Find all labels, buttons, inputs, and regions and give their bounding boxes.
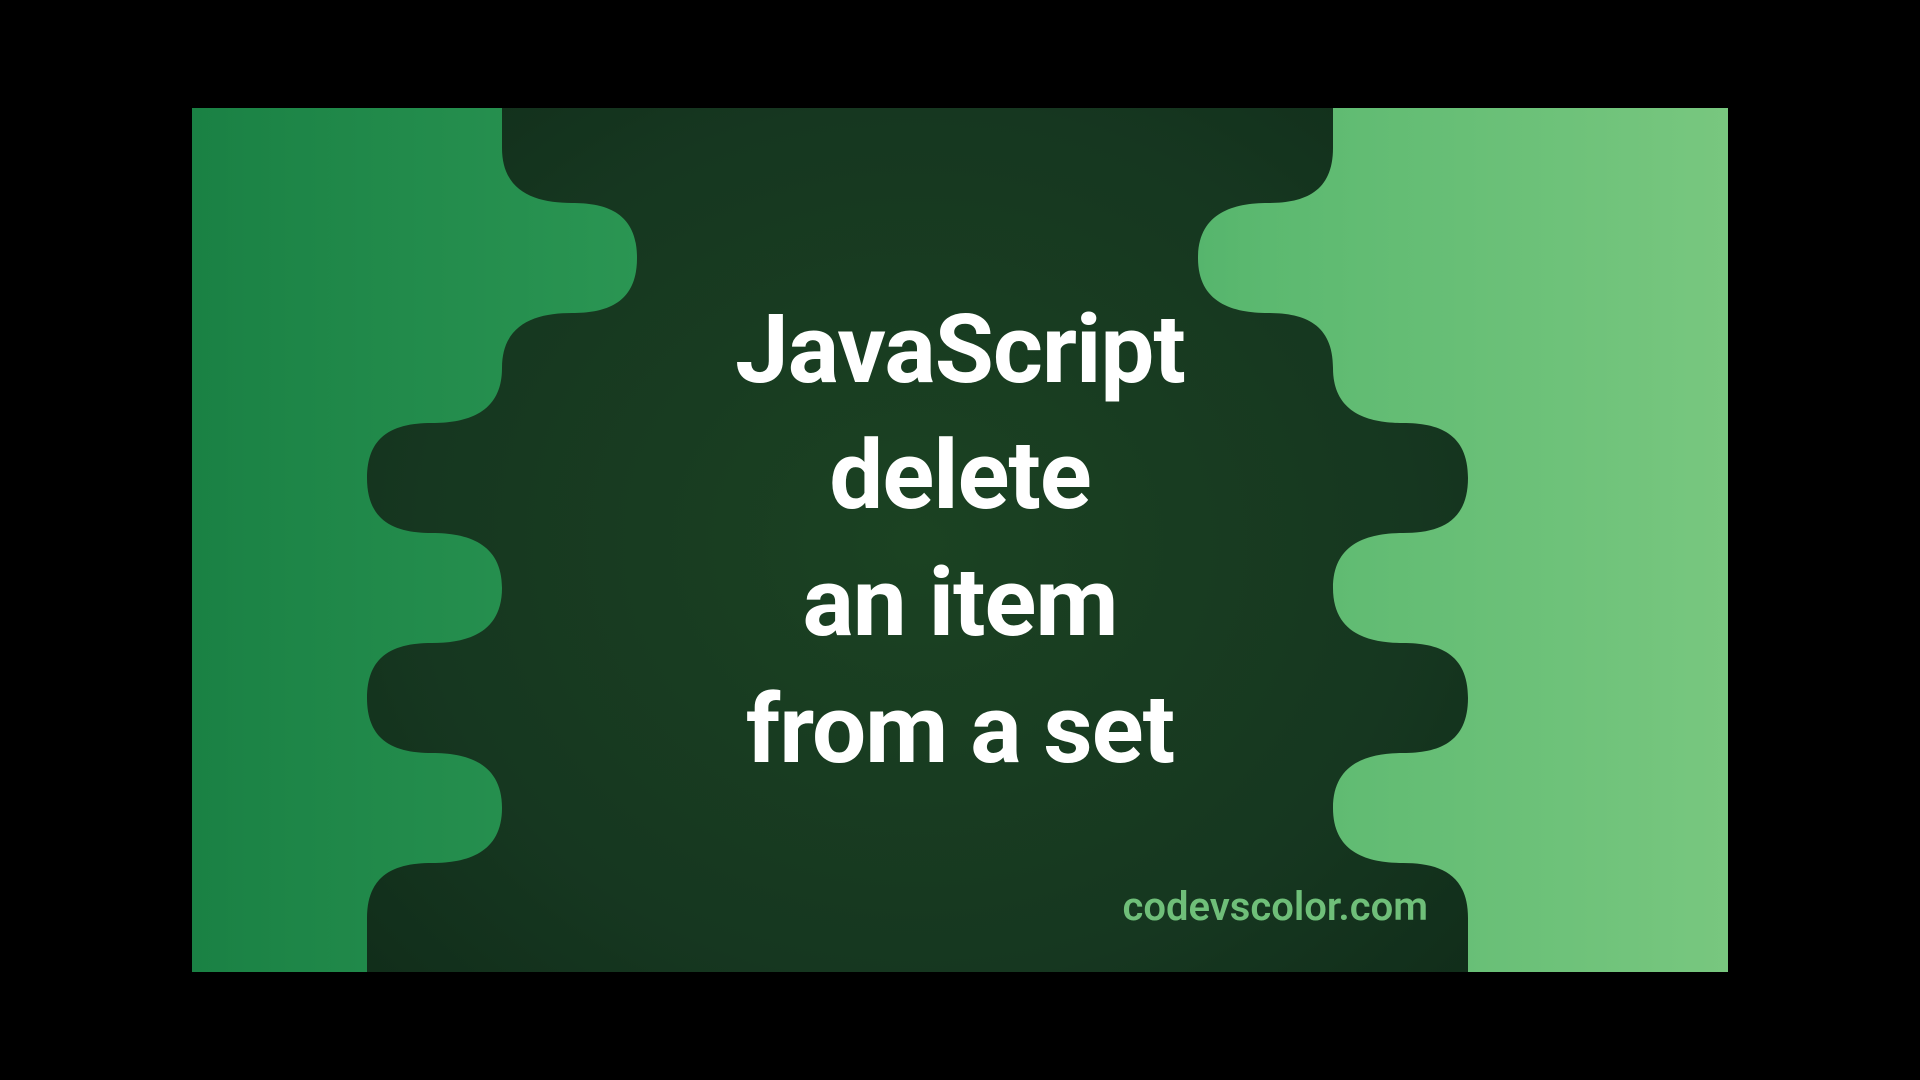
title-container: JavaScript delete an item from a set xyxy=(192,108,1728,972)
hero-title: JavaScript delete an item from a set xyxy=(735,287,1185,794)
watermark-text: codevscolor.com xyxy=(1122,883,1428,930)
hero-card: JavaScript delete an item from a set cod… xyxy=(192,108,1728,972)
outer-container: JavaScript delete an item from a set cod… xyxy=(0,0,1920,1080)
